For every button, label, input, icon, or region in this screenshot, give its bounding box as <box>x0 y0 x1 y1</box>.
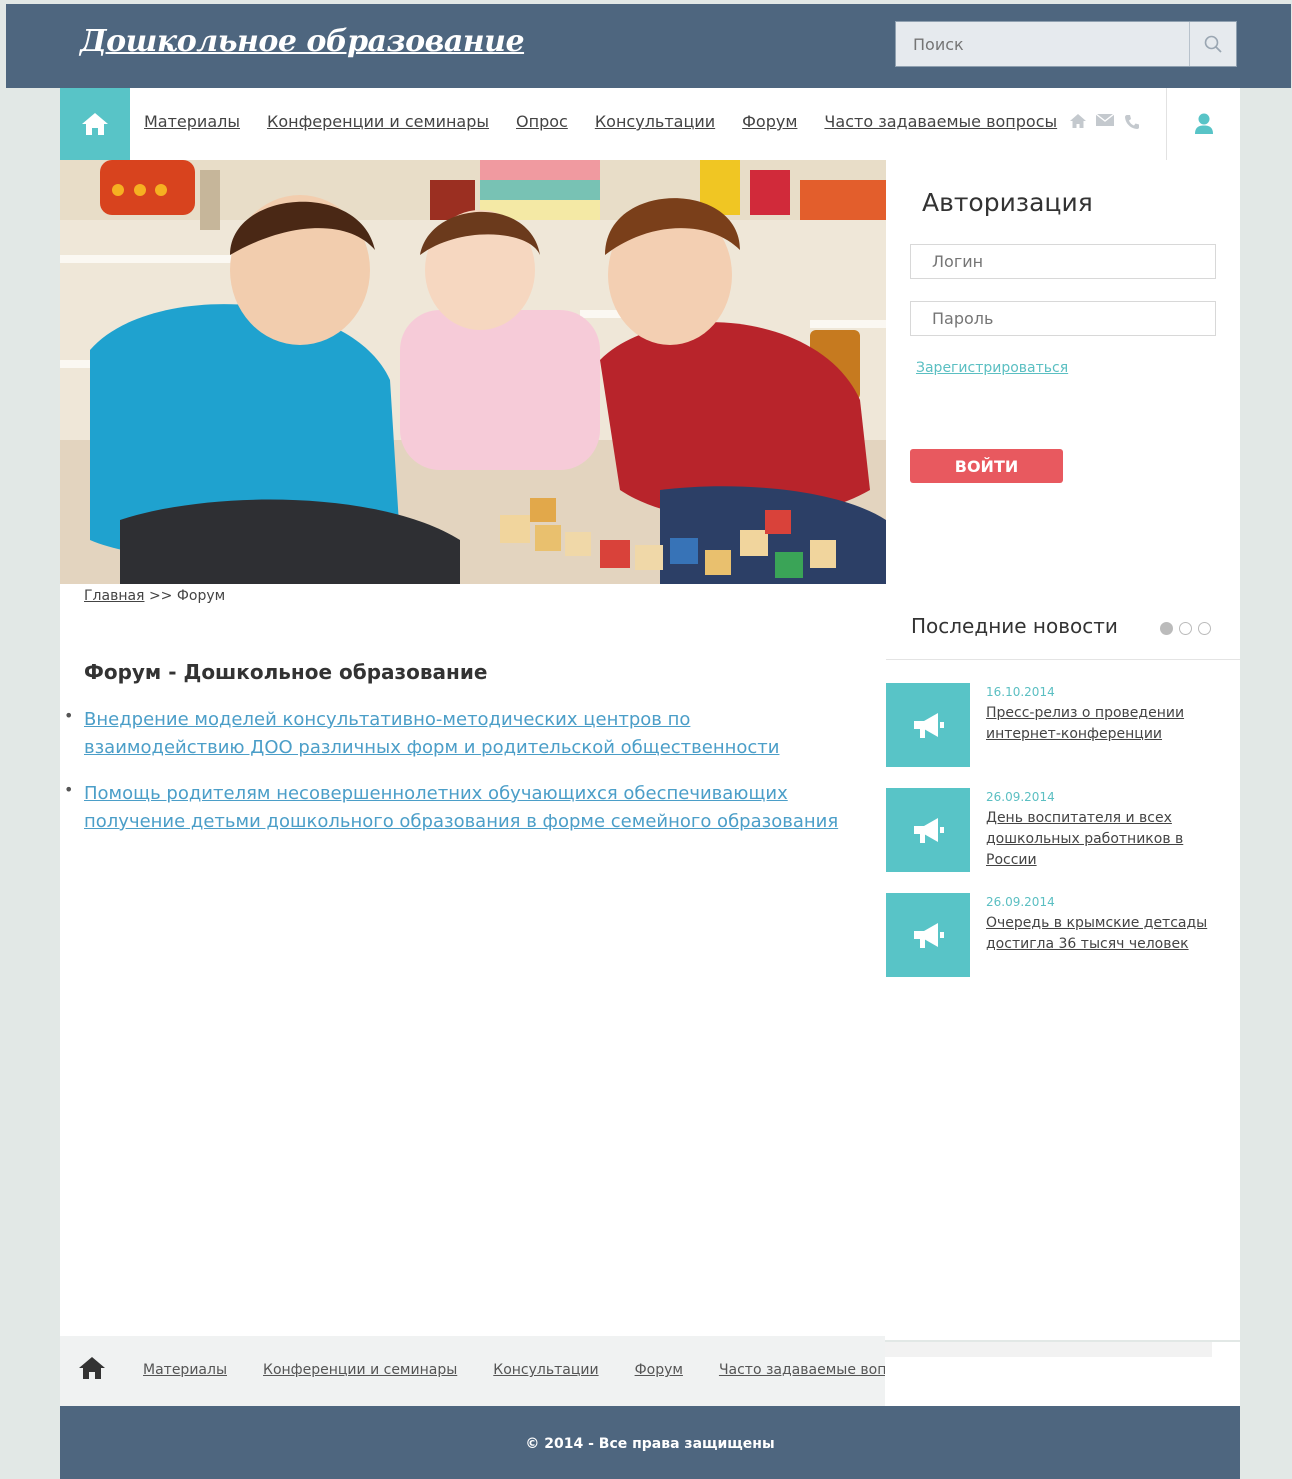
nav-item-forum[interactable]: Форум <box>742 112 797 131</box>
footer-item-consultations[interactable]: Консультации <box>493 1362 598 1378</box>
main-nav: Материалы Конференции и семинары Опрос К… <box>60 88 1240 160</box>
megaphone-icon <box>914 923 944 948</box>
auth-title: Авторизация <box>922 188 1093 217</box>
pager-dot[interactable] <box>1179 622 1192 635</box>
news-link[interactable]: День воспитателя и всех дошкольных работ… <box>986 808 1216 871</box>
news-item: 26.09.2014 День воспитателя и всех дошко… <box>886 788 1240 872</box>
site-footer: © 2014 - Все права защищены <box>60 1406 1240 1479</box>
news-link[interactable]: Пресс-релиз о проведении интернет-конфер… <box>986 703 1216 745</box>
home-icon[interactable] <box>1070 114 1086 128</box>
copyright-text: © 2014 - Все права защищены <box>525 1435 775 1452</box>
megaphone-icon <box>914 713 944 738</box>
breadcrumb-current: Форум <box>176 588 226 604</box>
hero-illustration <box>60 160 886 584</box>
search-input[interactable] <box>896 22 1189 66</box>
phone-icon[interactable] <box>1124 114 1140 130</box>
password-field[interactable] <box>910 301 1216 336</box>
login-button[interactable]: ВОЙТИ <box>910 449 1063 483</box>
footer-home-button[interactable] <box>78 1356 106 1384</box>
news-item: 26.09.2014 Очередь в крымские детсады до… <box>886 893 1240 977</box>
nav-item-faq[interactable]: Часто задаваемые вопросы <box>824 112 1057 131</box>
search-button[interactable] <box>1189 22 1236 66</box>
forum-content: Форум - Дошкольное образование Внедрение… <box>64 660 844 854</box>
nav-item-materials[interactable]: Материалы <box>144 112 240 131</box>
nav-links: Материалы Конференции и семинары Опрос К… <box>144 112 1084 131</box>
latest-news-panel: Последние новости 16.10.2014 Пресс-релиз… <box>886 584 1240 984</box>
footer-links: Материалы Конференции и семинары Консуль… <box>143 1362 959 1378</box>
list-item: Внедрение моделей консультативно-методич… <box>64 706 844 762</box>
nav-quick-icons <box>1070 114 1140 130</box>
news-thumbnail[interactable] <box>886 788 970 872</box>
page-title: Форум - Дошкольное образование <box>84 660 488 684</box>
forum-topic-list: Внедрение моделей консультативно-методич… <box>64 706 844 836</box>
footer-nav: Материалы Конференции и семинары Консуль… <box>60 1336 923 1406</box>
nav-item-poll[interactable]: Опрос <box>516 112 568 131</box>
news-date: 16.10.2014 <box>986 685 1055 699</box>
news-item: 16.10.2014 Пресс-релиз о проведении инте… <box>886 683 1240 767</box>
pager-dot[interactable] <box>1198 622 1211 635</box>
auth-panel: Авторизация Зарегистрироваться ВОЙТИ <box>886 160 1240 584</box>
news-thumbnail[interactable] <box>886 683 970 767</box>
news-header: Последние новости <box>886 584 1240 660</box>
nav-item-conferences[interactable]: Конференции и семинары <box>267 112 489 131</box>
news-date: 26.09.2014 <box>986 895 1055 909</box>
news-title: Последние новости <box>911 614 1118 638</box>
pager-dot[interactable] <box>1160 622 1173 635</box>
news-date: 26.09.2014 <box>986 790 1055 804</box>
news-link[interactable]: Очередь в крымские детсады достигла 36 т… <box>986 913 1216 955</box>
footer-side-bar <box>885 1342 1212 1357</box>
search-box <box>895 21 1237 67</box>
footer-side-strip <box>885 1342 1240 1406</box>
user-menu-pointer <box>1195 160 1211 168</box>
site-logo[interactable]: Дошкольное образование <box>80 24 525 59</box>
footer-item-conferences[interactable]: Конференции и семинары <box>263 1362 457 1378</box>
news-pager <box>1160 622 1211 635</box>
list-item: Помощь родителям несовершеннолетних обуч… <box>64 780 844 836</box>
page-container: Материалы Конференции и семинары Опрос К… <box>60 88 1240 1340</box>
footer-item-forum[interactable]: Форум <box>635 1362 683 1378</box>
megaphone-icon <box>914 818 944 843</box>
forum-topic-link[interactable]: Помощь родителям несовершеннолетних обуч… <box>84 783 838 832</box>
news-thumbnail[interactable] <box>886 893 970 977</box>
mail-icon[interactable] <box>1096 114 1114 126</box>
home-icon <box>79 1357 105 1379</box>
nav-home-button[interactable] <box>60 88 130 160</box>
nav-item-consultations[interactable]: Консультации <box>595 112 715 131</box>
hero-image <box>60 160 886 584</box>
register-link[interactable]: Зарегистрироваться <box>916 360 1068 376</box>
breadcrumb: Главная >> Форум <box>84 588 225 604</box>
footer-item-materials[interactable]: Материалы <box>143 1362 227 1378</box>
breadcrumb-separator: >> <box>148 588 173 604</box>
forum-topic-link[interactable]: Внедрение моделей консультативно-методич… <box>84 709 779 758</box>
login-field[interactable] <box>910 244 1216 279</box>
user-icon <box>1194 113 1213 134</box>
top-header: Дошкольное образование <box>6 4 1291 88</box>
user-account-button[interactable] <box>1166 88 1240 160</box>
search-icon <box>1204 35 1222 53</box>
home-icon <box>82 113 108 135</box>
breadcrumb-home-link[interactable]: Главная <box>84 588 144 604</box>
